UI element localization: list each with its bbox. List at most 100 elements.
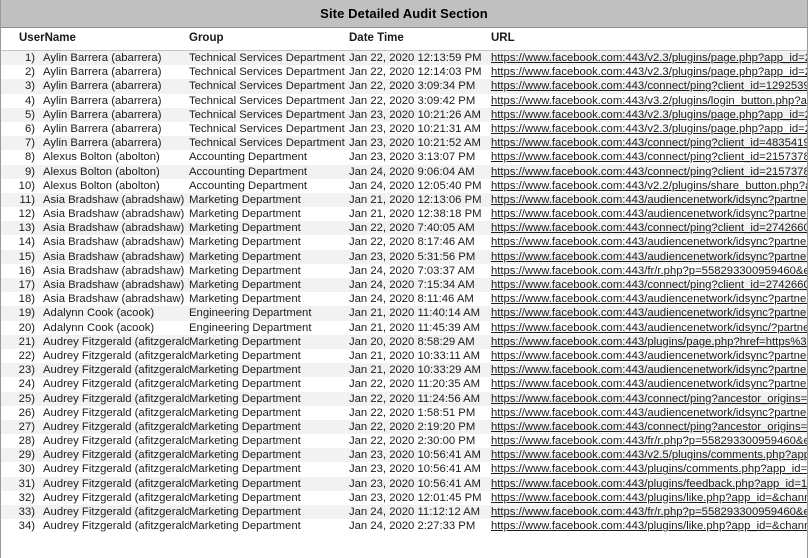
cell-url-link[interactable]: https://www.facebook.com:443/fr/r.php?p=… <box>491 505 807 519</box>
table-row[interactable]: 31) Audrey Fitzgerald (afitzgerald) Market… <box>1 476 807 491</box>
cell-username: Audrey Fitzgerald (afitzgerald) <box>43 392 189 405</box>
table-row[interactable]: 4) Aylin Barrera (abarrera) Technical Serv… <box>1 93 807 108</box>
table-row[interactable]: 12) Asia Bradshaw (abradshaw) Marketing De… <box>1 207 807 222</box>
cell-url-link[interactable]: https://www.facebook.com:443/audiencenet… <box>491 292 807 306</box>
cell-datetime: Jan 24, 2020 11:12:12 AM <box>349 506 481 518</box>
cell-url-link[interactable]: https://www.facebook.com:443/fr/r.php?p=… <box>491 434 807 448</box>
cell-datetime: Jan 23, 2020 10:56:41 AM <box>349 477 481 490</box>
cell-url-link[interactable]: https://www.facebook.com:443/fr/r.php?p=… <box>491 264 807 278</box>
cell-group: Marketing Department <box>189 335 301 348</box>
table-row[interactable]: 3) Aylin Barrera (abarrera) Technical Serv… <box>1 79 807 94</box>
table-row[interactable]: 33) Audrey Fitzgerald (afitzgerald) Market… <box>1 505 807 520</box>
cell-url-link[interactable]: https://www.facebook.com:443/plugins/fee… <box>491 477 807 491</box>
table-row[interactable]: 28) Audrey Fitzgerald (afitzgerald) Market… <box>1 434 807 449</box>
audit-rows-container: 1) Aylin Barrera (abarrera) Technical Serv… <box>1 51 807 557</box>
cell-url-link[interactable]: https://www.facebook.com:443/audiencenet… <box>491 193 807 207</box>
cell-url-link[interactable]: https://www.facebook.com:443/plugins/lik… <box>491 491 807 505</box>
column-header-url[interactable]: URL <box>491 32 807 44</box>
cell-url-link[interactable]: https://www.facebook.com:443/v2.3/plugin… <box>491 122 807 136</box>
table-row[interactable]: 26) Audrey Fitzgerald (afitzgerald) Market… <box>1 405 807 420</box>
cell-group: Marketing Department <box>189 463 301 476</box>
column-header-group[interactable]: Group <box>189 32 347 44</box>
cell-group: Marketing Department <box>189 250 301 263</box>
cell-url-link[interactable]: https://www.facebook.com:443/connect/pin… <box>491 278 807 292</box>
cell-index: 12) <box>18 208 35 221</box>
table-row[interactable]: 18) Asia Bradshaw (abradshaw) Marketing De… <box>1 292 807 307</box>
cell-url-link[interactable]: https://www.facebook.com:443/v2.3/plugin… <box>491 65 807 79</box>
cell-url-link[interactable]: https://www.facebook.com:443/audiencenet… <box>491 250 807 264</box>
cell-username: Audrey Fitzgerald (afitzgerald) <box>43 449 189 462</box>
table-row[interactable]: 32) Audrey Fitzgerald (afitzgerald) Market… <box>1 490 807 505</box>
cell-url-link[interactable]: https://www.facebook.com:443/connect/pin… <box>491 221 807 235</box>
cell-datetime: Jan 22, 2020 2:30:00 PM <box>349 435 476 448</box>
cell-group: Accounting Department <box>189 165 308 178</box>
cell-url-link[interactable]: https://www.facebook.com:443/connect/pin… <box>491 420 807 434</box>
cell-url-link[interactable]: https://www.facebook.com:443/audiencenet… <box>491 207 807 221</box>
cell-url-link[interactable]: https://www.facebook.com:443/plugins/com… <box>491 462 807 476</box>
table-row[interactable]: 1) Aylin Barrera (abarrera) Technical Serv… <box>1 51 807 66</box>
table-row[interactable]: 10) Alexus Bolton (abolton) Accounting Dep… <box>1 178 807 193</box>
table-row[interactable]: 29) Audrey Fitzgerald (afitzgerald) Market… <box>1 448 807 463</box>
cell-url-link[interactable]: https://www.facebook.com:443/v2.5/plugin… <box>491 448 807 462</box>
cell-datetime: Jan 22, 2020 12:13:59 PM <box>349 52 482 64</box>
cell-url-link[interactable]: https://www.facebook.com:443/connect/pin… <box>491 392 807 406</box>
cell-url-link[interactable]: https://www.facebook.com:443/audiencenet… <box>491 406 807 420</box>
cell-datetime: Jan 24, 2020 7:15:34 AM <box>349 279 475 291</box>
table-row[interactable]: 6) Aylin Barrera (abarrera) Technical Serv… <box>1 121 807 137</box>
cell-username: Asia Bradshaw (abradshaw) <box>43 208 185 221</box>
table-row[interactable]: 7) Aylin Barrera (abarrera) Technical Serv… <box>1 136 807 151</box>
cell-url-link[interactable]: https://www.facebook.com:443/plugins/lik… <box>491 519 807 533</box>
cell-group: Marketing Department <box>189 279 301 291</box>
table-row[interactable]: 23) Audrey Fitzgerald (afitzgerald) Market… <box>1 363 807 378</box>
table-row[interactable]: 9) Alexus Bolton (abolton) Accounting Depa… <box>1 164 807 179</box>
cell-username: Asia Bradshaw (abradshaw) <box>43 222 185 235</box>
cell-url-link[interactable]: https://www.facebook.com:443/v3.2/plugin… <box>491 94 807 108</box>
cell-url-link[interactable]: https://www.facebook.com:443/connect/pin… <box>491 79 807 93</box>
cell-group: Marketing Department <box>189 293 301 306</box>
table-row[interactable]: 8) Alexus Bolton (abolton) Accounting Depa… <box>1 150 807 165</box>
cell-index: 1) <box>24 52 35 64</box>
cell-url-link[interactable]: https://www.facebook.com:443/connect/pin… <box>491 150 807 164</box>
cell-url-link[interactable]: https://www.facebook.com:443/audiencenet… <box>491 349 807 363</box>
cell-url-link[interactable]: https://www.facebook.com:443/audiencenet… <box>491 235 807 249</box>
table-row[interactable]: 19) Adalynn Cook (acook) Engineering Depar… <box>1 306 807 321</box>
table-row[interactable]: 16) Asia Bradshaw (abradshaw) Marketing De… <box>1 263 807 278</box>
cell-username: Audrey Fitzgerald (afitzgerald) <box>43 335 189 348</box>
column-header-datetime[interactable]: Date Time <box>349 32 491 44</box>
cell-url-link[interactable]: https://www.facebook.com:443/audiencenet… <box>491 306 807 320</box>
cell-url-link[interactable]: https://www.facebook.com:443/audiencenet… <box>491 363 807 377</box>
cell-group: Marketing Department <box>189 477 301 490</box>
cell-username: Audrey Fitzgerald (afitzgerald) <box>43 463 189 476</box>
cell-group: Marketing Department <box>189 420 301 433</box>
table-row[interactable]: 20) Adalynn Cook (acook) Engineering Depar… <box>1 320 807 335</box>
cell-url-link[interactable]: https://www.facebook.com:443/plugins/pag… <box>491 335 807 349</box>
cell-datetime: Jan 21, 2020 12:13:06 PM <box>349 193 482 206</box>
table-row[interactable]: 2) Aylin Barrera (abarrera) Technical Serv… <box>1 65 807 80</box>
cell-url-link[interactable]: https://www.facebook.com:443/audiencenet… <box>491 377 807 391</box>
table-row[interactable]: 15) Asia Bradshaw (abradshaw) Marketing De… <box>1 249 807 264</box>
cell-url-link[interactable]: https://www.facebook.com:443/connect/pin… <box>491 165 807 179</box>
table-row[interactable]: 17) Asia Bradshaw (abradshaw) Marketing De… <box>1 278 807 293</box>
cell-url-link[interactable]: https://www.facebook.com:443/v2.2/plugin… <box>491 179 807 193</box>
table-row[interactable]: 5) Aylin Barrera (abarrera) Technical Serv… <box>1 107 807 122</box>
table-row[interactable]: 21) Audrey Fitzgerald (afitzgerald) Market… <box>1 334 807 349</box>
cell-username: Audrey Fitzgerald (afitzgerald) <box>43 435 189 448</box>
cell-url-link[interactable]: https://www.facebook.com:443/audiencenet… <box>491 321 807 335</box>
table-row[interactable]: 14) Asia Bradshaw (abradshaw) Marketing De… <box>1 235 807 250</box>
cell-username: Asia Bradshaw (abradshaw) <box>43 193 185 206</box>
table-row[interactable]: 22) Audrey Fitzgerald (afitzgerald) Market… <box>1 348 807 364</box>
table-row[interactable]: 24) Audrey Fitzgerald (afitzgerald) Market… <box>1 377 807 392</box>
cell-url-link[interactable]: https://www.facebook.com:443/v2.3/plugin… <box>491 108 807 122</box>
table-row[interactable]: 25) Audrey Fitzgerald (afitzgerald) Market… <box>1 391 807 406</box>
cell-url-link[interactable]: https://www.facebook.com:443/connect/pin… <box>491 136 807 150</box>
table-row[interactable]: 30) Audrey Fitzgerald (afitzgerald) Market… <box>1 462 807 477</box>
table-row[interactable]: 13) Asia Bradshaw (abradshaw) Marketing De… <box>1 221 807 236</box>
table-row[interactable]: 11) Asia Bradshaw (abradshaw) Marketing De… <box>1 192 807 208</box>
cell-index: 24) <box>18 378 35 391</box>
table-row[interactable]: 34) Audrey Fitzgerald (afitzgerald) Market… <box>1 519 807 534</box>
table-row[interactable]: 27) Audrey Fitzgerald (afitzgerald) Market… <box>1 419 807 435</box>
column-header-username[interactable]: UserName <box>19 32 165 44</box>
cell-index: 11) <box>19 193 36 206</box>
cell-url-link[interactable]: https://www.facebook.com:443/v2.3/plugin… <box>491 51 807 65</box>
cell-group: Marketing Department <box>189 378 301 391</box>
